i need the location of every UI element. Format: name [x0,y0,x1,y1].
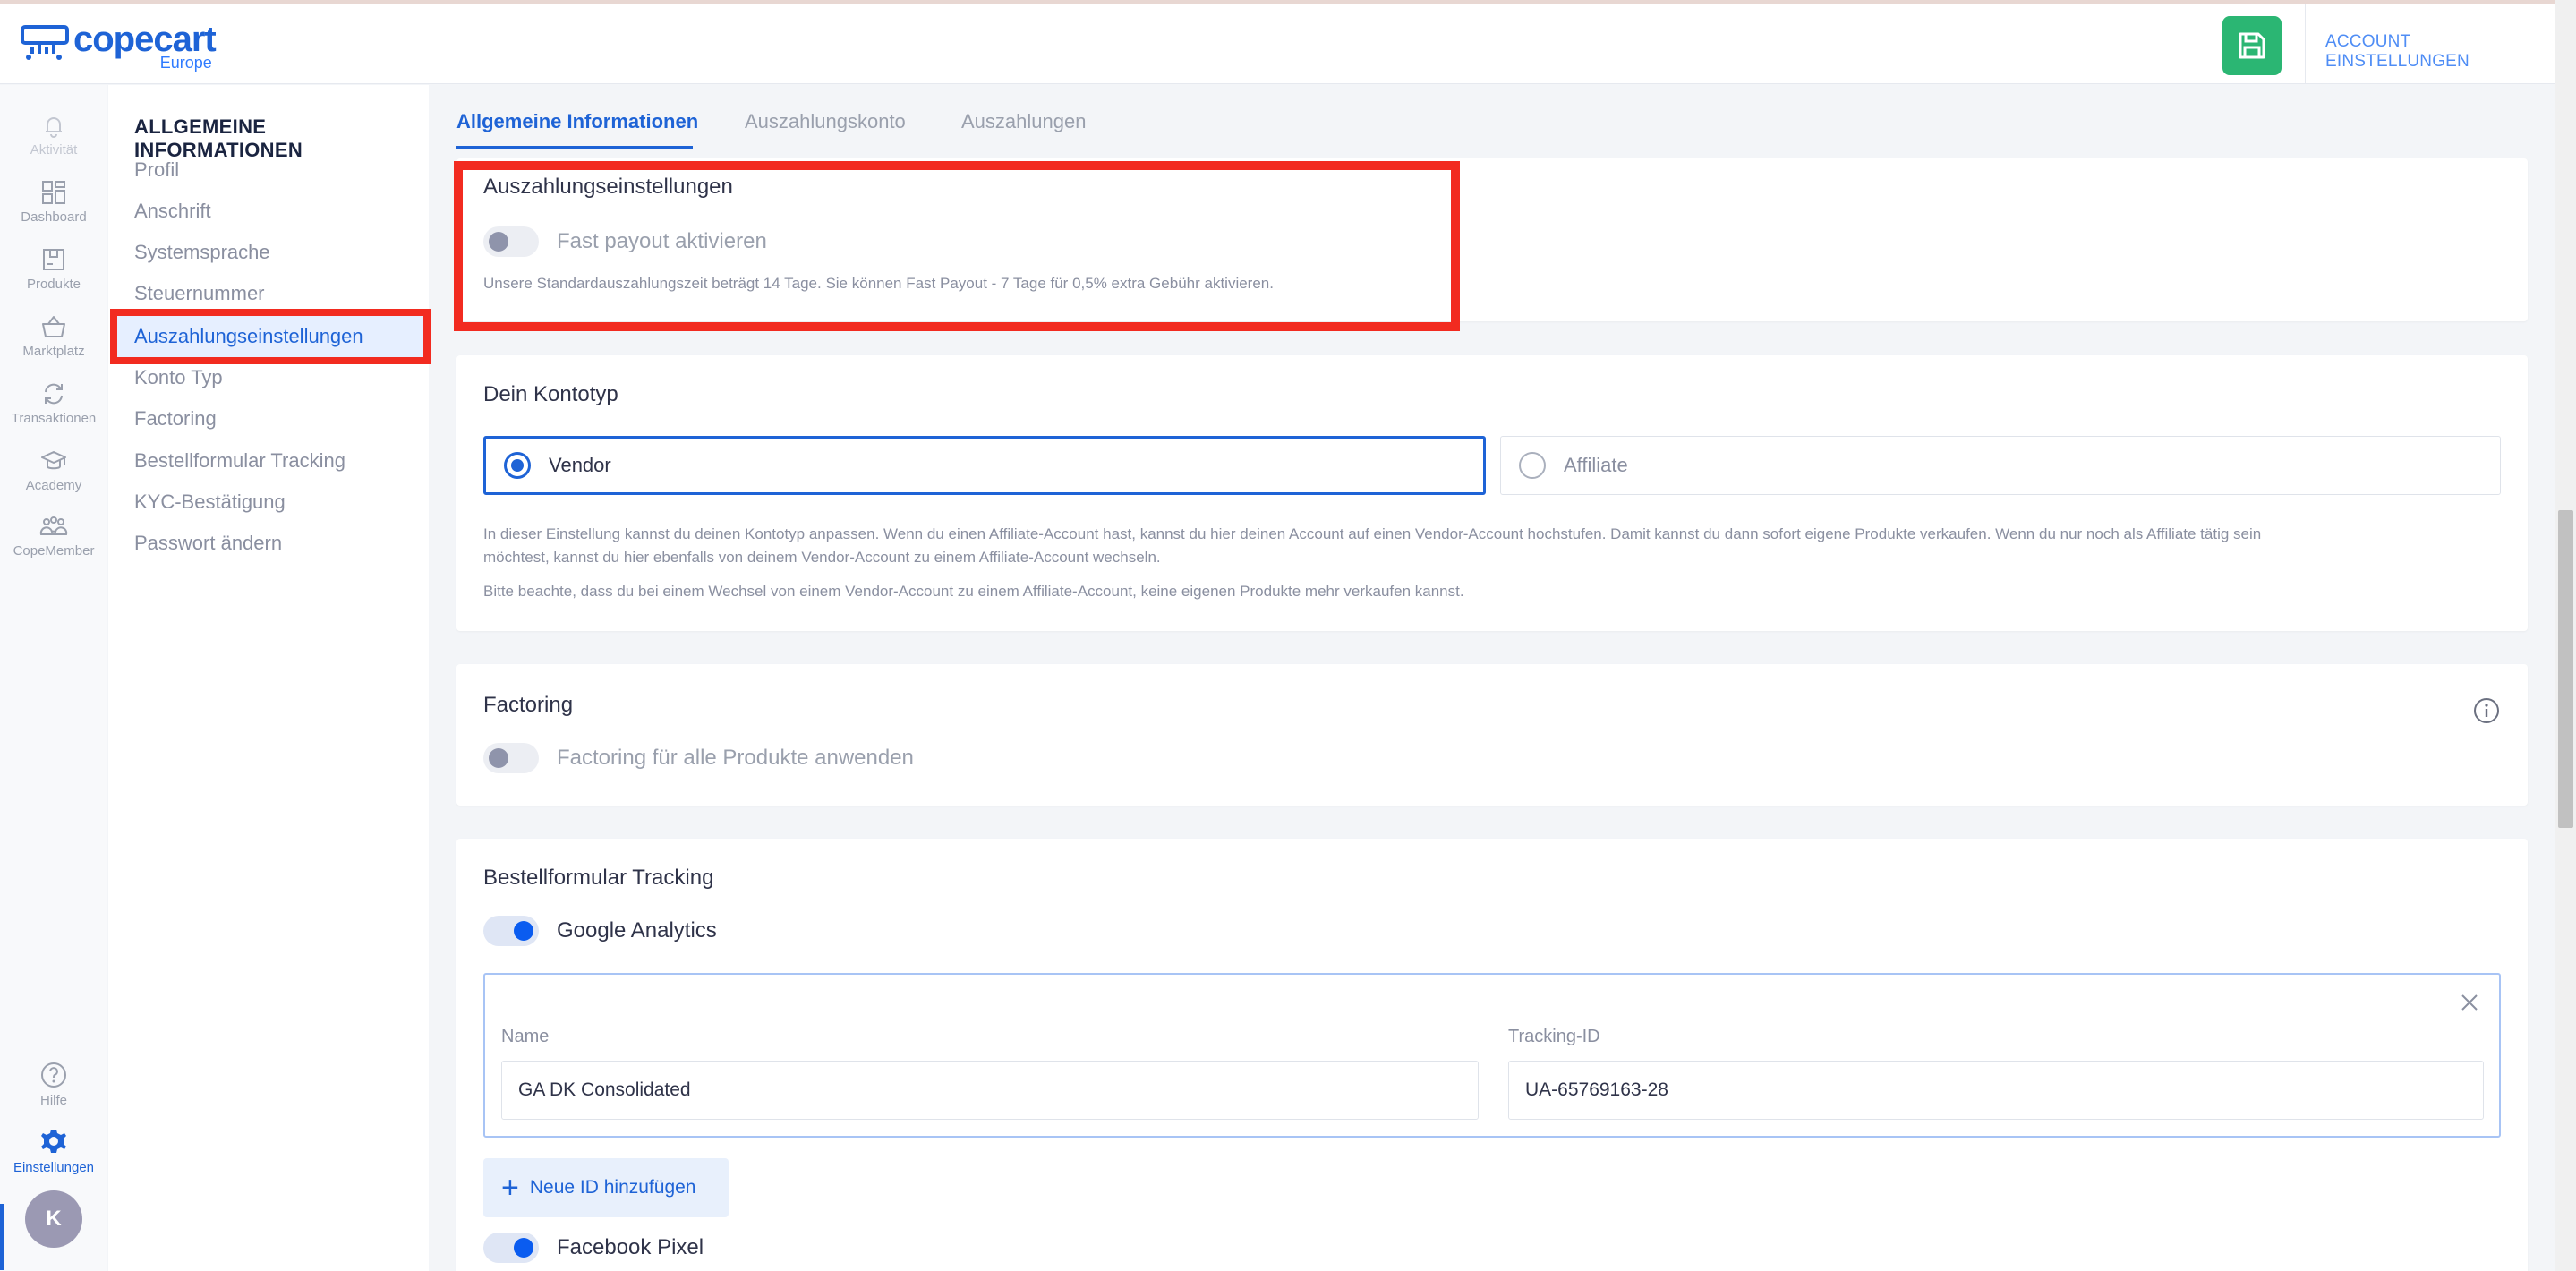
google-analytics-toggle-row[interactable]: Google Analytics [483,916,717,946]
rail-item-produkte[interactable]: Produkte [0,246,107,292]
vendor-option[interactable]: Vendor [483,436,1486,495]
payout-title: Auszahlungseinstellungen [483,175,733,199]
tracking-id-group: Name GA DK Consolidated Tracking-ID UA-6… [483,973,2501,1138]
name-field-label: Name [501,1027,550,1046]
subnav-item-bestellformular-tracking[interactable]: Bestellformular Tracking [134,449,345,473]
plus-icon: + [501,1171,519,1205]
subnav-title: ALLGEMEINE INFORMATIONEN [134,115,303,161]
brand-name: copecart [73,20,217,59]
subnav-item-factoring[interactable]: Factoring [134,407,217,431]
affiliate-option[interactable]: Affiliate [1500,436,2501,495]
factoring-title: Factoring [483,693,574,717]
facebook-pixel-toggle-row[interactable]: Facebook Pixel [483,1233,704,1263]
rail-label: Academy [25,478,82,493]
tab-allgemeine-informationen[interactable]: Allgemeine Informationen [456,110,698,133]
gear-icon [41,1130,66,1153]
rail-item-marktplatz[interactable]: Marktplatz [0,313,107,359]
rail-item-dashboard[interactable]: Dashboard [0,179,107,225]
subnav-item-anschrift[interactable]: Anschrift [134,200,211,223]
factoring-toggle-row[interactable]: Factoring für alle Produkte anwenden [483,743,914,773]
rail-item-aktivitaet[interactable]: Aktivität [0,112,107,158]
rail-item-copemember[interactable]: CopeMember [0,513,107,559]
rail-label: Produkte [26,277,81,292]
copecart-logo[interactable]: copecart Europe [20,20,217,73]
fast-payout-toggle-row[interactable]: Fast payout aktivieren [483,226,767,257]
account-type-hint-3: Bitte beachte, dass du bei einem Wechsel… [483,583,1464,600]
rail-item-hilfe[interactable]: Hilfe [0,1061,107,1108]
app-header: copecart Europe ACCOUNT EINSTELLUNGEN [0,4,2555,84]
close-icon[interactable] [2460,993,2479,1012]
tracking-id-field[interactable]: UA-65769163-28 [1508,1061,2484,1120]
rail-label: Einstellungen [13,1160,95,1175]
rail-item-transaktionen[interactable]: Transaktionen [0,380,107,426]
fast-payout-toggle[interactable] [483,226,539,257]
graduation-cap-icon [41,451,66,470]
people-icon [39,516,68,535]
google-analytics-label: Google Analytics [557,918,717,943]
rail-label: Marktplatz [22,344,85,359]
icon-rail: Aktivität Dashboard Produkte Marktplatz … [0,85,107,1271]
facebook-pixel-toggle[interactable] [483,1233,539,1263]
subnav-item-systemsprache[interactable]: Systemsprache [134,241,270,264]
account-type-card: Dein Kontotyp Vendor Affiliate In dieser… [456,355,2528,631]
user-avatar[interactable]: K [25,1190,82,1248]
facebook-pixel-label: Facebook Pixel [557,1235,704,1259]
affiliate-label: Affiliate [1564,454,1628,476]
subnav-item-kyc[interactable]: KYC-Bestätigung [134,490,286,514]
main-content: Allgemeine Informationen Auszahlungskont… [430,85,2555,1271]
subnav-item-profil[interactable]: Profil [134,158,179,182]
settings-subnav: ALLGEMEINE INFORMATIONEN Profil Anschrif… [108,85,431,1271]
add-tracking-id-label: Neue ID hinzufügen [529,1177,696,1198]
refresh-icon [45,383,63,405]
rail-label: Transaktionen [11,411,97,426]
factoring-card: Factoring Factoring für alle Produkte an… [456,664,2528,806]
cart-logo-icon [21,25,69,60]
factoring-toggle[interactable] [483,743,539,773]
account-type-title: Dein Kontotyp [483,382,618,406]
subnav-item-steuernummer[interactable]: Steuernummer [134,282,265,305]
subnav-item-passwort[interactable]: Passwort ändern [134,532,282,555]
add-tracking-id-button[interactable]: + Neue ID hinzufügen [483,1158,729,1217]
payout-settings-card: Auszahlungseinstellungen Fast payout akt… [456,158,2528,321]
basket-icon [42,316,65,337]
tab-auszahlungen[interactable]: Auszahlungen [961,110,1086,133]
vendor-label: Vendor [549,454,611,476]
grid-icon [42,181,65,204]
rail-label: Hilfe [39,1093,67,1108]
subnav-item-konto-typ[interactable]: Konto Typ [134,366,223,389]
account-type-hint-2: möchtest, kannst du hier ebenfalls von d… [483,549,1161,566]
rail-label: Aktivität [30,142,78,158]
help-icon [41,1062,66,1088]
tracking-card: Bestellformular Tracking Google Analytic… [456,839,2528,1271]
fast-payout-label: Fast payout aktivieren [557,229,767,253]
name-field[interactable]: GA DK Consolidated [501,1061,1479,1120]
rail-item-academy[interactable]: Academy [0,448,107,493]
rail-active-indicator [0,1204,4,1270]
info-icon[interactable] [2472,696,2501,725]
account-settings-link[interactable]: ACCOUNT EINSTELLUNGEN [2325,32,2555,72]
vendor-radio[interactable] [504,452,531,479]
google-analytics-toggle[interactable] [483,916,539,946]
box-icon [43,249,64,270]
save-button[interactable] [2222,16,2282,75]
floppy-disk-icon [2239,32,2265,59]
scrollbar-thumb[interactable] [2558,510,2573,828]
tracking-title: Bestellformular Tracking [483,866,714,890]
tab-bar: Allgemeine Informationen Auszahlungskont… [430,85,2555,158]
rail-label: Dashboard [21,209,87,225]
tab-auszahlungskonto[interactable]: Auszahlungskonto [745,110,906,133]
rail-label: CopeMember [13,543,95,559]
header-divider [2305,4,2306,84]
active-tab-underline [456,146,693,149]
subnav-item-auszahlungseinstellungen[interactable]: Auszahlungseinstellungen [110,309,431,364]
account-type-hint-1: In dieser Einstellung kannst du deinen K… [483,525,2262,542]
rail-item-einstellungen[interactable]: Einstellungen [0,1126,107,1175]
factoring-label: Factoring für alle Produkte anwenden [557,746,914,770]
affiliate-radio[interactable] [1519,452,1546,479]
bell-icon [46,117,62,138]
payout-hint: Unsere Standardauszahlungszeit beträgt 1… [483,275,1274,292]
tracking-id-label: Tracking-ID [1508,1027,1600,1046]
